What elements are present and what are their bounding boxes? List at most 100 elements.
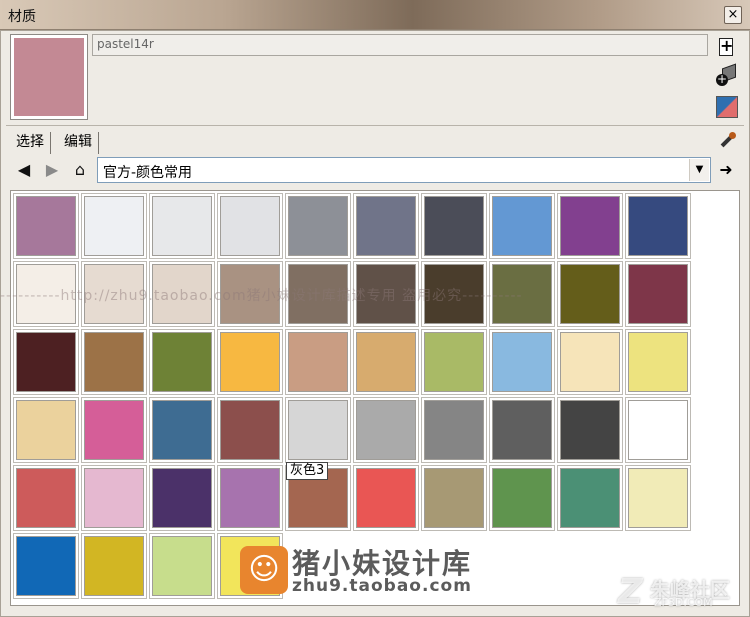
color-swatch-fill (152, 400, 212, 460)
color-swatch[interactable] (625, 465, 691, 531)
color-swatch[interactable] (13, 193, 79, 259)
color-swatch-fill (628, 468, 688, 528)
library-select-value: 官方-颜色常用 (103, 165, 193, 181)
color-swatch[interactable] (149, 397, 215, 463)
color-swatch[interactable] (13, 397, 79, 463)
color-swatch[interactable] (285, 193, 351, 259)
eyedropper-bulb (729, 132, 736, 139)
material-name-field[interactable]: pastel14r (92, 34, 708, 56)
create-material-icon[interactable]: + (716, 36, 738, 58)
arrow-left-icon[interactable]: ◀ (14, 160, 34, 180)
corner-watermark: Z 朱峰社区 ZF3D.COM (618, 572, 742, 612)
color-swatch-fill (16, 196, 76, 256)
color-swatch[interactable] (625, 329, 691, 395)
color-swatch[interactable] (421, 193, 487, 259)
color-swatch[interactable] (353, 329, 419, 395)
tab-edit[interactable]: 编辑 (58, 132, 99, 154)
arrow-right-icon[interactable]: ▶ (42, 160, 62, 180)
material-preview[interactable] (10, 34, 88, 120)
close-button[interactable]: × (724, 6, 742, 24)
color-swatch-fill (16, 468, 76, 528)
color-swatch-fill (560, 196, 620, 256)
color-swatch[interactable] (489, 193, 555, 259)
color-swatch-fill (220, 468, 280, 528)
color-swatch[interactable] (81, 193, 147, 259)
watermark-logo: ☺ 猪小妹设计库 zhu9.taobao.com (240, 540, 530, 600)
color-swatch[interactable] (353, 397, 419, 463)
color-swatch[interactable] (81, 397, 147, 463)
home-icon[interactable]: ⌂ (70, 160, 90, 180)
color-swatch[interactable] (13, 329, 79, 395)
color-swatch[interactable] (13, 533, 79, 599)
color-swatch[interactable] (217, 397, 283, 463)
watermark-text: ----------http://zhu9.taobao.com猪小妹设计库描述… (0, 288, 523, 304)
details-arrow-icon[interactable]: ➜ (716, 160, 736, 180)
corner-watermark-en: ZF3D.COM (654, 596, 713, 609)
color-swatch-fill (492, 332, 552, 392)
color-swatch-fill (628, 332, 688, 392)
color-swatch-fill (492, 196, 552, 256)
logo-mark-icon: ☺ (240, 546, 288, 594)
color-swatch-fill (16, 400, 76, 460)
color-swatch[interactable] (489, 397, 555, 463)
color-swatch-fill (84, 332, 144, 392)
library-select[interactable]: 官方-颜色常用 ▼ (97, 157, 711, 183)
color-swatch[interactable] (421, 465, 487, 531)
color-swatch[interactable] (217, 329, 283, 395)
color-swatch-fill (152, 196, 212, 256)
material-preview-swatch (14, 38, 84, 116)
color-swatch[interactable] (421, 329, 487, 395)
color-swatch-fill (220, 332, 280, 392)
color-swatch[interactable] (557, 397, 623, 463)
color-swatch-fill (220, 196, 280, 256)
color-swatch-fill (152, 536, 212, 596)
color-swatch[interactable] (81, 329, 147, 395)
color-swatch[interactable] (421, 397, 487, 463)
color-swatch[interactable] (285, 329, 351, 395)
color-swatch[interactable] (557, 465, 623, 531)
color-swatch-fill (356, 468, 416, 528)
color-swatch-fill (424, 332, 484, 392)
color-swatch-fill (220, 400, 280, 460)
color-swatch[interactable] (217, 193, 283, 259)
eyedropper-icon[interactable] (716, 130, 738, 152)
color-swatch[interactable] (557, 193, 623, 259)
color-swatch-fill (492, 468, 552, 528)
color-swatch-fill (356, 196, 416, 256)
color-swatch-fill (628, 196, 688, 256)
color-swatch[interactable] (353, 193, 419, 259)
color-swatch[interactable] (149, 533, 215, 599)
color-swatch-fill (424, 196, 484, 256)
color-swatch-fill (152, 468, 212, 528)
color-swatch[interactable] (81, 533, 147, 599)
color-swatch[interactable] (285, 397, 351, 463)
color-swatch[interactable] (149, 465, 215, 531)
color-swatch[interactable] (489, 465, 555, 531)
color-swatch[interactable] (353, 465, 419, 531)
color-swatch-fill (288, 400, 348, 460)
color-swatch[interactable] (81, 465, 147, 531)
color-swatch-fill (356, 332, 416, 392)
color-swatch[interactable] (625, 397, 691, 463)
color-swatch-fill (16, 536, 76, 596)
color-swatch[interactable] (13, 465, 79, 531)
color-swatch[interactable] (217, 465, 283, 531)
window-title: 材质 (8, 9, 36, 25)
tab-select[interactable]: 选择 (10, 132, 51, 154)
color-swatch-fill (288, 196, 348, 256)
plus-icon: + (720, 36, 734, 55)
chevron-down-icon[interactable]: ▼ (689, 159, 709, 181)
color-swatch-fill (84, 196, 144, 256)
color-swatch[interactable] (149, 193, 215, 259)
corner-logo-icon: Z (618, 572, 643, 612)
color-swatch[interactable] (489, 329, 555, 395)
sample-paint-icon[interactable] (716, 96, 738, 118)
color-swatch[interactable] (557, 329, 623, 395)
color-swatch[interactable] (149, 329, 215, 395)
color-swatch-fill (492, 400, 552, 460)
color-swatch-fill (84, 468, 144, 528)
in-model-icon[interactable]: + (716, 63, 738, 88)
color-swatch-fill (16, 332, 76, 392)
swatch-tooltip: 灰色3 (286, 462, 329, 480)
color-swatch[interactable] (625, 193, 691, 259)
